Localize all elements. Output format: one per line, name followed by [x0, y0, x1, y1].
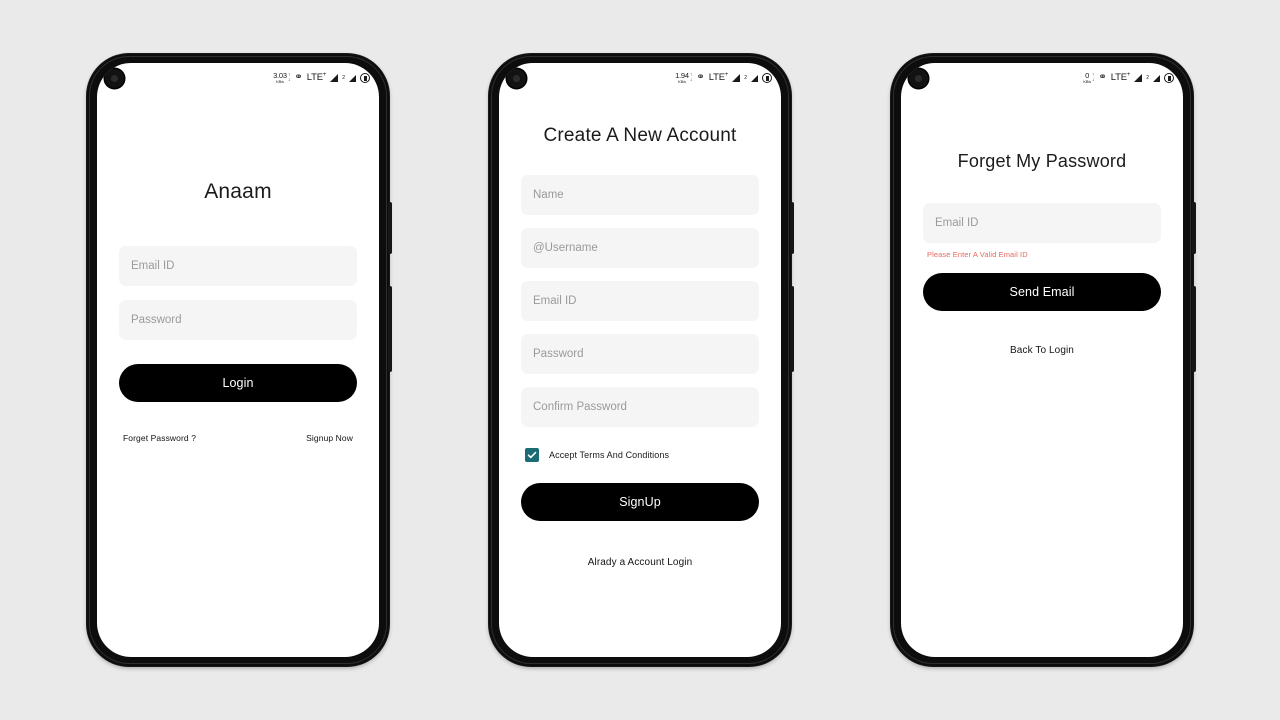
name-input[interactable]: Name	[521, 175, 759, 215]
send-email-button-wrap: Send Email	[923, 273, 1161, 311]
volume-button[interactable]	[388, 286, 392, 372]
phone-mockup-stage: 6 3.03 KB/s ↑↓ ⚭ LTE+ 2	[0, 0, 1280, 720]
sim2-label: 2	[744, 75, 747, 81]
signup-fields: Name @Username Email ID Password Confirm…	[521, 175, 759, 427]
signup-now-link[interactable]: Signup Now	[306, 433, 353, 443]
network-speed-unit: KB/s	[678, 79, 686, 84]
phone-device-signup: 6 1.94 KB/s ↑↓ ⚭ LTE+ 2	[489, 54, 794, 666]
front-camera-punch-hole-icon	[909, 68, 928, 88]
speed-arrows-icon: ↑ ↓	[1091, 72, 1095, 83]
signal-strength-sim2-icon	[1153, 74, 1160, 82]
page-title: Create A New Account	[543, 125, 737, 146]
status-bar: 6 1.94 KB/s ↑↓ ⚭ LTE+ 2	[499, 63, 781, 93]
signup-content: Create A New Account Name @Username Emai…	[499, 125, 781, 657]
password-input[interactable]: Password	[521, 334, 759, 374]
email-input[interactable]: Email ID	[119, 246, 357, 286]
network-speed-indicator: 3.03 KB/s ↑ ↓	[273, 72, 290, 84]
vpn-icon: ⚭	[294, 72, 303, 83]
password-input[interactable]: Password	[119, 300, 357, 340]
email-input[interactable]: Email ID	[923, 203, 1161, 243]
signal-strength-sim2-icon	[751, 74, 758, 82]
signup-button-wrap: SignUp	[521, 483, 759, 521]
screen-signup: 6 1.94 KB/s ↑↓ ⚭ LTE+ 2	[499, 63, 781, 657]
login-content: Anaam Email ID Password Login Forget Pas…	[97, 180, 379, 657]
already-account-login-link[interactable]: Alrady a Account Login	[588, 557, 693, 568]
page-title: Forget My Password	[957, 151, 1127, 171]
network-speed-unit: KB/s	[276, 79, 284, 84]
network-type-label: LTE+	[306, 72, 327, 84]
network-speed-unit: KB/s	[1083, 79, 1091, 84]
status-icons: 0 KB/s ↑ ↓ ⚭ LTE+ 2	[1083, 72, 1174, 84]
email-error-message: Please Enter A Valid Email ID	[927, 250, 1028, 259]
network-type-label: LTE+	[708, 72, 729, 84]
volume-button[interactable]	[1192, 286, 1196, 372]
vpn-icon: ⚭	[696, 72, 705, 83]
username-input[interactable]: @Username	[521, 228, 759, 268]
forgot-password-link[interactable]: Forget Password ?	[123, 433, 196, 443]
app-title: Anaam	[204, 180, 272, 203]
login-links: Forget Password ? Signup Now	[119, 433, 357, 443]
signal-strength-sim1-icon	[732, 74, 741, 82]
camera-area: 6	[507, 68, 526, 88]
power-button[interactable]	[388, 202, 392, 254]
login-button[interactable]: Login	[119, 364, 357, 402]
front-camera-punch-hole-icon	[105, 68, 124, 88]
power-button[interactable]	[790, 202, 794, 254]
status-bar: 6 0 KB/s ↑↓ ⚭ LTE+ 2	[901, 63, 1183, 93]
sim2-label: 2	[1146, 75, 1149, 81]
battery-icon	[1164, 73, 1174, 83]
forgot-password-content: Forget My Password Email ID Please Enter…	[901, 151, 1183, 657]
camera-area: 6	[105, 68, 124, 88]
camera-area: 6	[909, 68, 928, 88]
speed-arrows-icon: ↑ ↓	[689, 72, 693, 83]
front-camera-punch-hole-icon	[507, 68, 526, 88]
phone-device-login: 6 3.03 KB/s ↑↓ ⚭ LTE+ 2	[87, 54, 392, 666]
network-speed-indicator: 1.94 KB/s ↑ ↓	[675, 72, 692, 84]
login-button-wrap: Login	[119, 364, 357, 402]
status-icons: 1.94 KB/s ↑ ↓ ⚭ LTE+ 2	[675, 72, 772, 84]
accept-terms-label: Accept Terms And Conditions	[549, 450, 670, 460]
speed-arrows-icon: ↑ ↓	[287, 72, 291, 83]
forgot-bottom-links: Back To Login	[923, 340, 1161, 358]
phone-device-forgot-password: 6 0 KB/s ↑↓ ⚭ LTE+ 2	[891, 54, 1196, 666]
email-input[interactable]: Email ID	[521, 281, 759, 321]
signal-strength-sim1-icon	[330, 74, 339, 82]
status-bar: 6 3.03 KB/s ↑↓ ⚭ LTE+ 2	[97, 63, 379, 93]
battery-icon	[762, 73, 772, 83]
screen-login: 6 3.03 KB/s ↑↓ ⚭ LTE+ 2	[97, 63, 379, 657]
signup-bottom-links: Alrady a Account Login	[521, 552, 759, 570]
sim2-label: 2	[342, 75, 345, 81]
screen-forgot-password: 6 0 KB/s ↑↓ ⚭ LTE+ 2	[901, 63, 1183, 657]
network-speed-indicator: 0 KB/s ↑ ↓	[1083, 72, 1094, 84]
confirm-password-input[interactable]: Confirm Password	[521, 387, 759, 427]
vpn-icon: ⚭	[1098, 72, 1107, 83]
signal-strength-sim1-icon	[1134, 74, 1143, 82]
volume-button[interactable]	[790, 286, 794, 372]
network-type-label: LTE+	[1110, 72, 1131, 84]
send-email-button[interactable]: Send Email	[923, 273, 1161, 311]
power-button[interactable]	[1192, 202, 1196, 254]
battery-icon	[360, 73, 370, 83]
terms-row: Accept Terms And Conditions	[521, 448, 759, 462]
back-to-login-link[interactable]: Back To Login	[1010, 345, 1074, 356]
signup-button[interactable]: SignUp	[521, 483, 759, 521]
accept-terms-checkbox[interactable]	[525, 448, 539, 462]
signal-strength-sim2-icon	[349, 74, 356, 82]
status-icons: 3.03 KB/s ↑ ↓ ⚭ LTE+ 2	[273, 72, 370, 84]
